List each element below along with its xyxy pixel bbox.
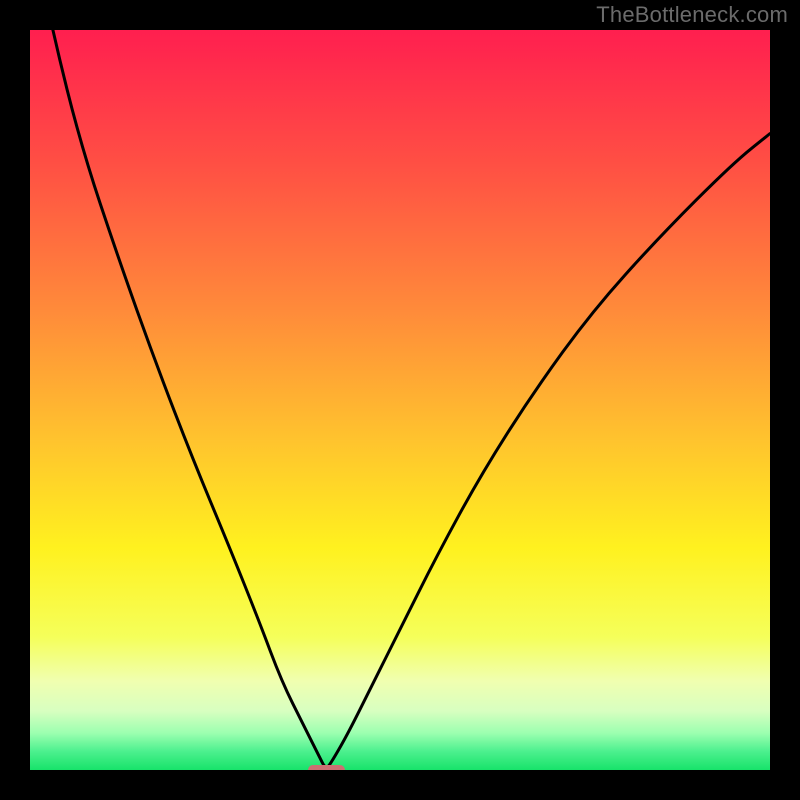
plot-area [30, 30, 770, 770]
chart-frame: TheBottleneck.com [0, 0, 800, 800]
optimal-marker [308, 765, 345, 770]
bottleneck-curve [30, 30, 770, 770]
watermark-text: TheBottleneck.com [596, 2, 788, 28]
